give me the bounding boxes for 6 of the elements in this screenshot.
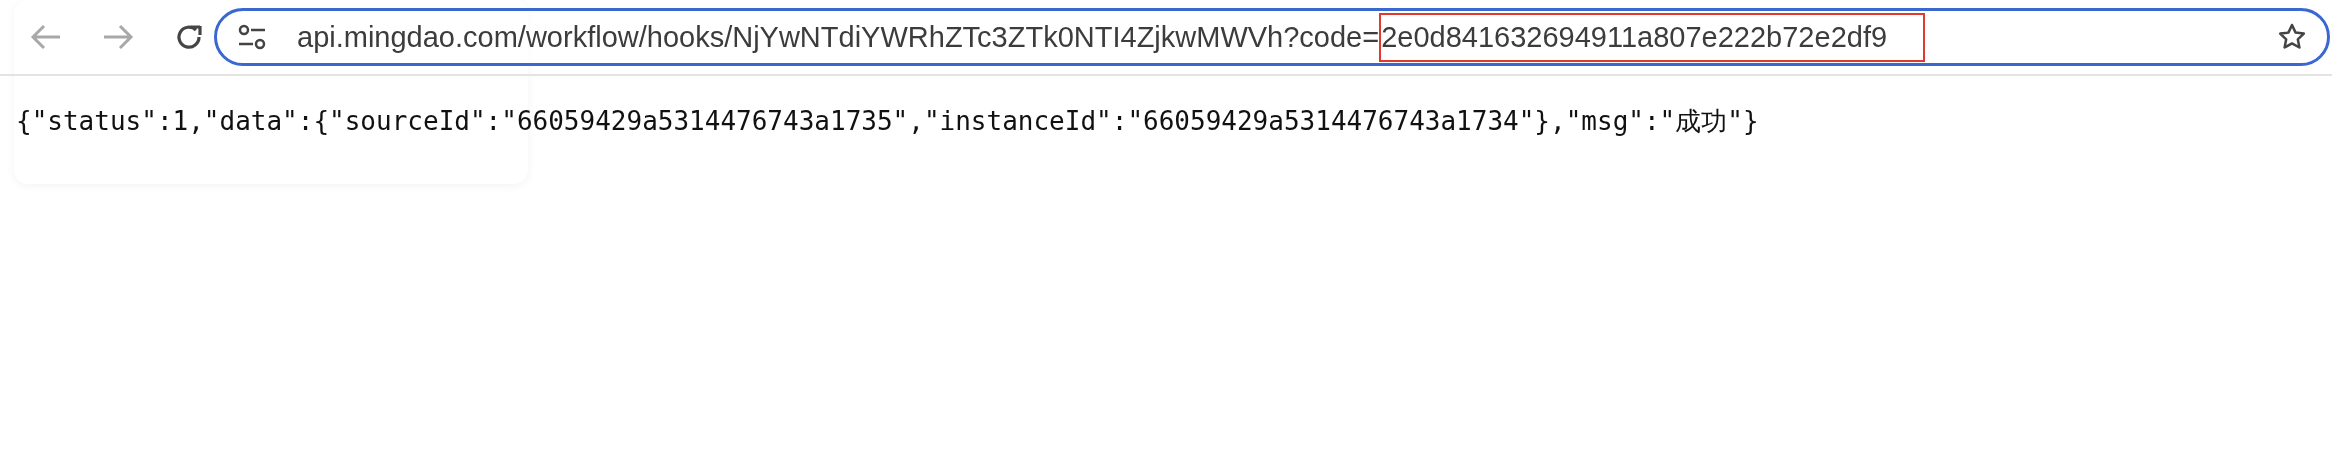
address-bar[interactable]: api.mingdao.com/workflow/hooks/NjYwNTdiYWRhZTc3ZTk0NTI4ZjkwMWVh?code=2e0d841632694911a807e222b72e2df9	[214, 8, 2330, 66]
reload-icon[interactable]	[174, 22, 204, 52]
url-text: api.mingdao.com/workflow/hooks/NjYwNTdiYWRhZTc3ZTk0NTI4ZjkwMWVh?code=2e0d841632694911a807e222b72e2df9	[297, 12, 1926, 62]
star-icon[interactable]	[2277, 22, 2307, 52]
site-settings-icon[interactable]	[237, 23, 267, 51]
json-response: {"status":1,"data":{"sourceId":"66059429a5314476743a1735","instanceId":"66059429a5314476743a1734"},"msg":"成功"}	[16, 105, 1760, 138]
